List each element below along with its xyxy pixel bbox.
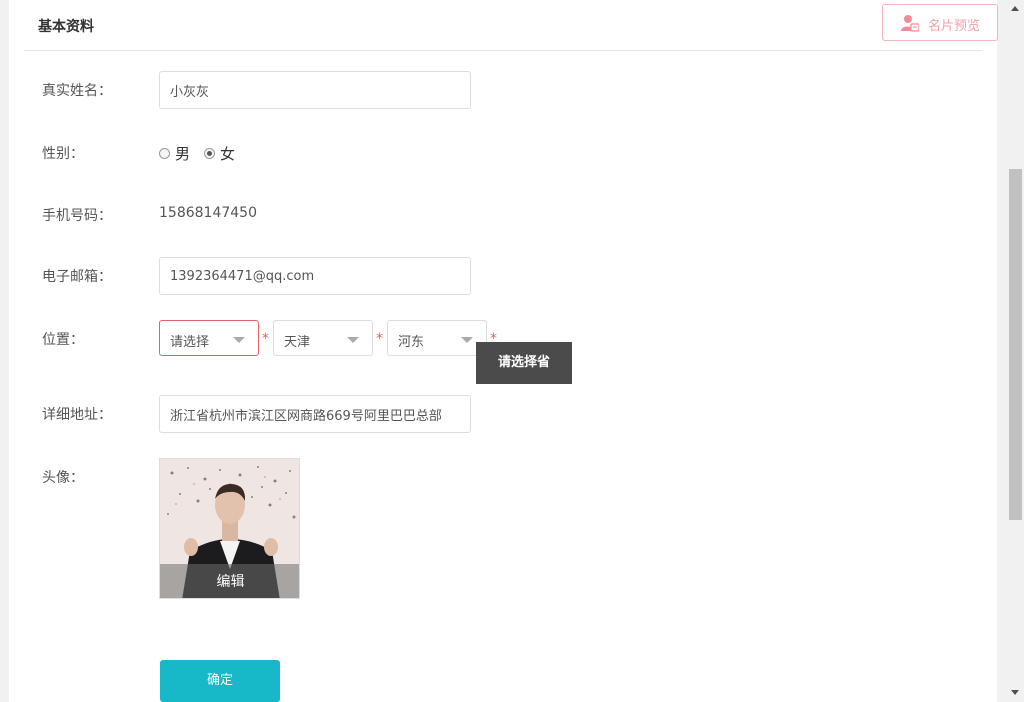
name-label: 真实姓名： (42, 83, 112, 99)
name-input[interactable] (159, 71, 471, 109)
phone-value: 15868147450 (159, 205, 257, 221)
gender-female-label[interactable]: 女 (220, 143, 235, 164)
card-preview-label: 名片预览 (928, 19, 981, 34)
confirm-button[interactable]: 确定 (160, 660, 280, 702)
email-label: 电子邮箱： (42, 269, 112, 285)
gender-male-radio[interactable] (159, 148, 170, 159)
address-label: 详细地址： (42, 407, 112, 423)
required-mark: * (262, 331, 269, 347)
district-select[interactable]: 河东 (387, 320, 487, 356)
card-preview-button[interactable]: 名片预览 (882, 4, 998, 41)
profile-panel: 基本资料 名片预览 真实姓名： 性别： 男 女 手机号码： 1586814745… (9, 0, 998, 702)
section-title: 基本资料 (38, 19, 94, 35)
phone-label: 手机号码： (42, 208, 112, 224)
vertical-scrollbar[interactable] (1007, 0, 1024, 702)
province-select-value: 请选择 (170, 335, 210, 350)
city-select[interactable]: 天津 (273, 320, 373, 356)
chevron-down-icon (233, 337, 245, 343)
user-card-icon (901, 14, 920, 32)
address-input[interactable] (159, 395, 471, 433)
gender-radio-group: 男 女 (159, 143, 249, 164)
email-input[interactable] (159, 257, 471, 295)
chevron-down-icon (347, 337, 359, 343)
district-select-value: 河东 (398, 335, 425, 350)
validation-tooltip: 请选择省 (476, 342, 572, 384)
avatar-label: 头像： (42, 470, 84, 486)
chevron-down-icon (461, 337, 473, 343)
scroll-up-icon[interactable] (1011, 6, 1019, 11)
scroll-down-icon[interactable] (1011, 690, 1019, 695)
gender-male-label[interactable]: 男 (175, 143, 190, 164)
avatar-edit-button[interactable]: 编辑 (160, 564, 299, 598)
section-header: 基本资料 名片预览 (24, 0, 998, 51)
city-select-value: 天津 (284, 335, 311, 350)
gender-label: 性别： (42, 146, 84, 162)
location-label: 位置： (42, 332, 84, 348)
gender-female-radio[interactable] (204, 148, 216, 159)
avatar[interactable]: 编辑 (159, 458, 300, 599)
required-mark: * (376, 331, 383, 347)
province-select[interactable]: 请选择 (159, 320, 259, 356)
scrollbar-thumb[interactable] (1009, 169, 1022, 520)
